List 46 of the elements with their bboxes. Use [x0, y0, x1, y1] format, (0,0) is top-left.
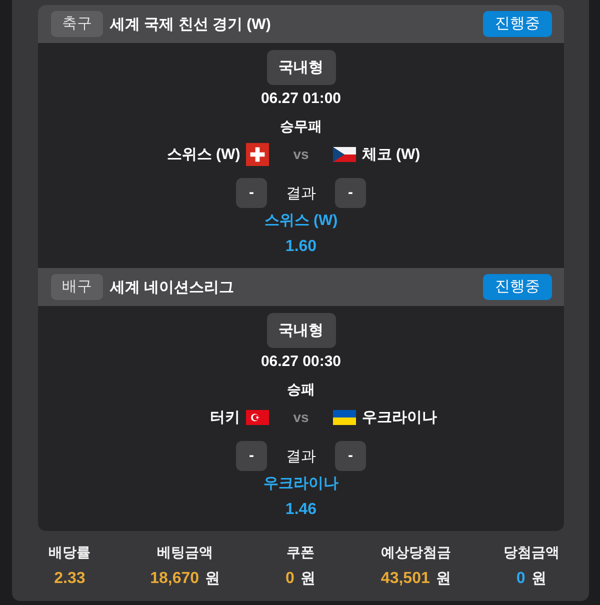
- result-label: 결과: [286, 446, 316, 466]
- summary-value: 43,501: [380, 569, 430, 589]
- summary-label: 쿠폰: [286, 543, 314, 561]
- currency-unit: 원: [436, 569, 451, 589]
- bet-type-chip: 국내형: [266, 50, 336, 85]
- result-label: 결과: [286, 184, 316, 202]
- summary-label: 당첨금액: [503, 543, 560, 561]
- summary-value: 2.33: [54, 569, 86, 589]
- home-team-name: 터키: [210, 408, 240, 426]
- away-team-name: 체코 (W): [362, 144, 420, 164]
- picked-team: 우크라이나: [264, 475, 338, 493]
- versus-label: vs: [293, 409, 309, 425]
- czech-flag-icon: [332, 146, 356, 162]
- swiss-flag-icon: [246, 142, 270, 166]
- league-title: 세계 국제 친선 경기 (W): [110, 14, 271, 34]
- home-team-name: 스위스 (W): [166, 144, 240, 164]
- away-score: -: [335, 178, 366, 208]
- summary-label: 베팅금액: [157, 543, 214, 561]
- ukrainian-flag-icon: [332, 410, 356, 424]
- market-label: 승무패: [280, 117, 322, 135]
- summary-value: 0: [286, 569, 294, 589]
- sport-tag: 축구: [51, 11, 103, 37]
- home-score: -: [236, 441, 267, 471]
- currency-unit: 원: [205, 569, 220, 589]
- home-score: -: [236, 178, 267, 208]
- status-badge: 진행중: [483, 274, 552, 300]
- status-badge: 진행중: [483, 11, 552, 37]
- away-score: -: [335, 441, 366, 471]
- league-title: 세계 네이션스리그: [110, 278, 234, 296]
- currency-unit: 원: [300, 569, 316, 589]
- sport-tag: 배구: [51, 274, 103, 300]
- away-team-name: 우크라이나: [362, 408, 437, 426]
- odds-value: 1.46: [285, 500, 317, 520]
- turkish-flag-icon: [246, 410, 270, 424]
- match-time: 06.27 01:00: [260, 90, 342, 108]
- odds-value: 1.60: [285, 237, 317, 257]
- currency-unit: 원: [531, 569, 546, 589]
- summary-label: 배당률: [48, 543, 91, 561]
- picked-team: 스위스 (W): [264, 212, 338, 230]
- versus-label: vs: [293, 146, 309, 162]
- summary-value: 0: [516, 569, 526, 589]
- market-label: 승패: [287, 380, 315, 398]
- bet-type-chip: 국내형: [266, 313, 336, 348]
- summary-label: 예상당첨금: [380, 543, 451, 561]
- summary-value: 18,670: [150, 569, 200, 589]
- match-time: 06.27 00:30: [260, 353, 342, 371]
